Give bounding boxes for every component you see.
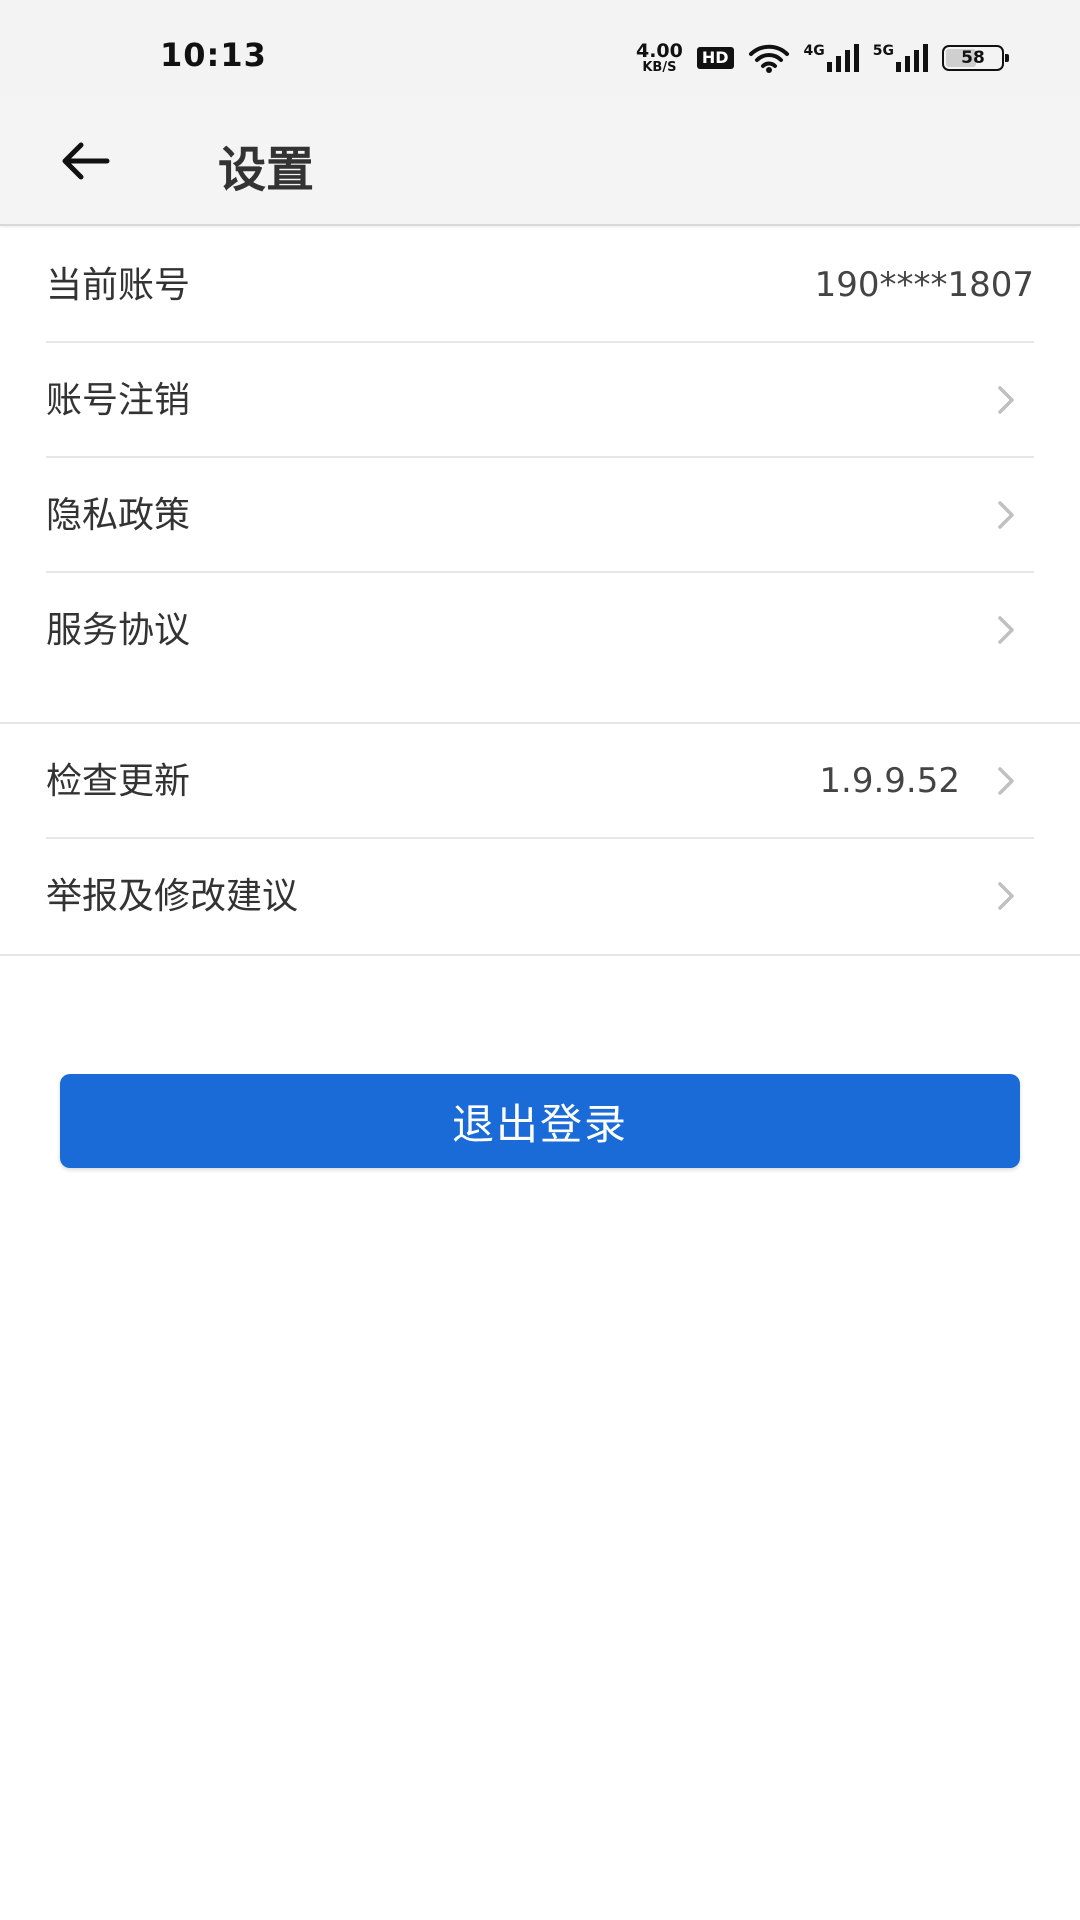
- check-update-row[interactable]: 检查更新 1.9.9.52: [46, 724, 1034, 839]
- network-speed: 4.00 KB/S: [635, 40, 683, 75]
- current-account-label: 当前账号: [46, 265, 191, 306]
- app-version-value: 1.9.9.52: [819, 761, 960, 801]
- app-settings-list: 检查更新 1.9.9.52 举报及修改建议: [0, 722, 1080, 956]
- chevron-right-icon: [998, 386, 1014, 414]
- signal-4g-label: 4G: [803, 43, 825, 59]
- wifi-icon: [748, 44, 789, 73]
- account-settings-list: 当前账号 190****1807 账号注销 隐私政策 服务协议: [0, 228, 1080, 690]
- hd-voice-badge: HD: [696, 47, 734, 69]
- privacy-policy-row[interactable]: 隐私政策: [46, 458, 1034, 573]
- network-speed-unit: KB/S: [642, 60, 677, 75]
- settings-screen: 10:13 4.00 KB/S HD 4G 5G 58 设置 当前账号 190*…: [0, 0, 1080, 1920]
- signal-5g-icon: [896, 44, 928, 72]
- signal-4g: 4G: [804, 44, 859, 72]
- check-update-label: 检查更新: [46, 761, 191, 802]
- chevron-right-icon: [998, 501, 1014, 529]
- current-account-value: 190****1807: [814, 265, 1034, 305]
- chevron-right-icon: [998, 882, 1014, 910]
- delete-account-row[interactable]: 账号注销: [46, 343, 1034, 458]
- delete-account-label: 账号注销: [46, 380, 191, 421]
- status-time: 10:13: [160, 36, 267, 74]
- page-title: 设置: [218, 142, 315, 198]
- signal-5g-label: 5G: [872, 43, 894, 59]
- status-bar: 10:13 4.00 KB/S HD 4G 5G 58: [0, 0, 1080, 96]
- current-account-row: 当前账号 190****1807: [46, 228, 1034, 343]
- signal-5g: 5G: [873, 44, 928, 72]
- network-speed-value: 4.00: [635, 40, 683, 62]
- app-bar: 设置: [0, 96, 1080, 226]
- status-icons: 4.00 KB/S HD 4G 5G 58: [622, 38, 1009, 78]
- report-feedback-row[interactable]: 举报及修改建议: [46, 839, 1034, 954]
- logout-button[interactable]: 退出登录: [60, 1074, 1020, 1168]
- section-gap: [0, 688, 1080, 722]
- arrow-left-icon: [62, 142, 110, 180]
- chevron-right-icon: [998, 616, 1014, 644]
- service-agreement-row[interactable]: 服务协议: [46, 573, 1034, 688]
- privacy-policy-label: 隐私政策: [46, 495, 191, 536]
- battery-icon: 58: [942, 45, 1009, 71]
- chevron-right-icon: [998, 767, 1014, 795]
- battery-level: 58: [961, 48, 985, 68]
- signal-4g-icon: [826, 44, 859, 72]
- report-feedback-label: 举报及修改建议: [46, 876, 299, 917]
- service-agreement-label: 服务协议: [46, 610, 191, 651]
- back-button[interactable]: [50, 131, 120, 191]
- battery-cap: [1005, 54, 1009, 62]
